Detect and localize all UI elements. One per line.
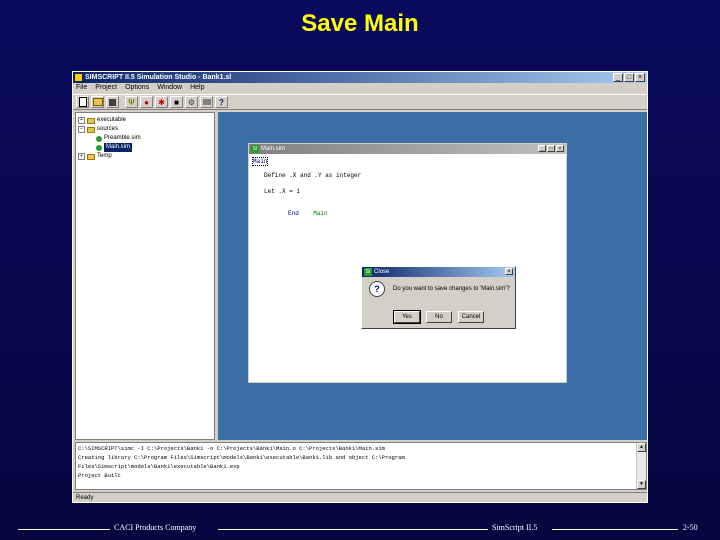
editor-minimize-button[interactable]: _ bbox=[538, 145, 546, 152]
folder-icon bbox=[87, 117, 95, 124]
app-window: SIMSCRIPT II.5 Simulation Studio - Bank1… bbox=[72, 71, 648, 503]
options-icon[interactable]: ⚙ bbox=[185, 96, 198, 108]
footer-product: SimScript II.5 bbox=[492, 523, 538, 532]
output-line: Creating library C:\Program Files\Simscr… bbox=[78, 454, 405, 461]
expand-icon[interactable]: + bbox=[78, 153, 85, 160]
question-icon: ? bbox=[369, 281, 385, 297]
output-line: Project Built bbox=[78, 472, 121, 479]
simscript-file-icon: SI bbox=[251, 145, 259, 153]
minimize-button[interactable]: _ bbox=[613, 73, 623, 82]
yes-button[interactable]: Yes bbox=[393, 310, 421, 324]
mdi-workspace: SI Main.sim _ □ × Main Define .X and .Y … bbox=[218, 112, 647, 440]
editor-maximize-button[interactable]: □ bbox=[547, 145, 555, 152]
source-file-icon bbox=[96, 135, 102, 142]
output-line: C:\SIMSCRIPT\simc -I C:\Projects\Bank1 -… bbox=[78, 445, 385, 452]
slide-footer: CACI Products Company SimScript II.5 2-5… bbox=[0, 522, 720, 536]
menu-options[interactable]: Options bbox=[125, 83, 149, 93]
slide-title: Save Main bbox=[301, 10, 419, 37]
output-pane[interactable]: C:\SIMSCRIPT\simc -I C:\Projects\Bank1 -… bbox=[75, 442, 647, 490]
collapse-icon[interactable]: − bbox=[78, 126, 85, 133]
code-keyword: Main bbox=[252, 157, 269, 166]
output-line: Files\Simscript\models\Bank1\executable\… bbox=[78, 463, 240, 470]
tree-item-executable[interactable]: + executable bbox=[78, 116, 126, 125]
tree-item-sources[interactable]: − sources bbox=[78, 125, 118, 134]
tree-item-temp[interactable]: + Temp bbox=[78, 152, 112, 161]
help-icon[interactable]: ? bbox=[215, 96, 228, 108]
menu-window[interactable]: Window bbox=[157, 83, 182, 93]
footer-company: CACI Products Company bbox=[114, 523, 197, 532]
maximize-button[interactable]: □ bbox=[624, 73, 634, 82]
menu-project[interactable]: Project bbox=[95, 83, 117, 93]
footer-page-number: 2-50 bbox=[683, 523, 698, 532]
editor-titlebar[interactable]: SI Main.sim _ □ × bbox=[249, 144, 566, 154]
dialog-title: Close bbox=[374, 269, 390, 275]
status-bar: Ready bbox=[73, 492, 647, 502]
run-icon[interactable]: ● bbox=[140, 96, 153, 108]
output-scrollbar[interactable]: ▲ ▼ bbox=[636, 443, 646, 489]
scroll-down-icon[interactable]: ▼ bbox=[637, 480, 646, 489]
app-titlebar[interactable]: SIMSCRIPT II.5 Simulation Studio - Bank1… bbox=[73, 72, 647, 83]
new-icon[interactable] bbox=[76, 96, 89, 108]
save-dialog: SI Close × ? Do you want to save changes… bbox=[361, 266, 516, 329]
stop-icon[interactable]: ■ bbox=[170, 96, 183, 108]
dialog-titlebar[interactable]: SI Close × bbox=[362, 267, 515, 277]
folder-icon bbox=[87, 126, 95, 133]
menu-help[interactable]: Help bbox=[190, 83, 204, 93]
folder-icon bbox=[87, 153, 95, 160]
dialog-close-button[interactable]: × bbox=[505, 268, 513, 275]
editor-window: SI Main.sim _ □ × Main Define .X and .Y … bbox=[248, 143, 567, 383]
debug-icon[interactable]: ✱ bbox=[155, 96, 168, 108]
code-identifier: Main bbox=[313, 210, 328, 217]
project-tree: + executable − sources Preamble.sim Main… bbox=[75, 112, 215, 440]
no-button[interactable]: No bbox=[426, 311, 452, 323]
cancel-button[interactable]: Cancel bbox=[458, 311, 484, 323]
app-title: SIMSCRIPT II.5 Simulation Studio - Bank1… bbox=[85, 74, 232, 81]
menu-bar: File Project Options Window Help bbox=[73, 83, 647, 93]
source-file-icon bbox=[96, 144, 102, 151]
code-line: Define .X and .Y as integer bbox=[264, 172, 362, 179]
simscript-app-icon: SI bbox=[364, 268, 372, 276]
close-button[interactable]: × bbox=[635, 73, 645, 82]
code-keyword: End bbox=[288, 210, 299, 217]
tree-item-preamble[interactable]: Preamble.sim bbox=[96, 134, 141, 143]
save-icon[interactable] bbox=[106, 96, 119, 108]
expand-icon[interactable]: + bbox=[78, 117, 85, 124]
print-icon[interactable] bbox=[200, 96, 213, 108]
open-icon[interactable] bbox=[91, 96, 104, 108]
editor-title: Main.sim bbox=[261, 146, 286, 152]
scroll-up-icon[interactable]: ▲ bbox=[637, 443, 646, 452]
toolbar: Ψ ● ✱ ■ ⚙ ? bbox=[73, 94, 647, 110]
code-line: Let .X = 1 bbox=[264, 188, 301, 195]
editor-close-button[interactable]: × bbox=[556, 145, 564, 152]
tree-item-main[interactable]: Main.sim bbox=[96, 143, 133, 152]
dialog-message: Do you want to save changes to 'Main.sim… bbox=[393, 286, 510, 292]
menu-file[interactable]: File bbox=[76, 83, 87, 93]
app-icon bbox=[75, 74, 82, 81]
build-icon[interactable]: Ψ bbox=[125, 96, 138, 108]
